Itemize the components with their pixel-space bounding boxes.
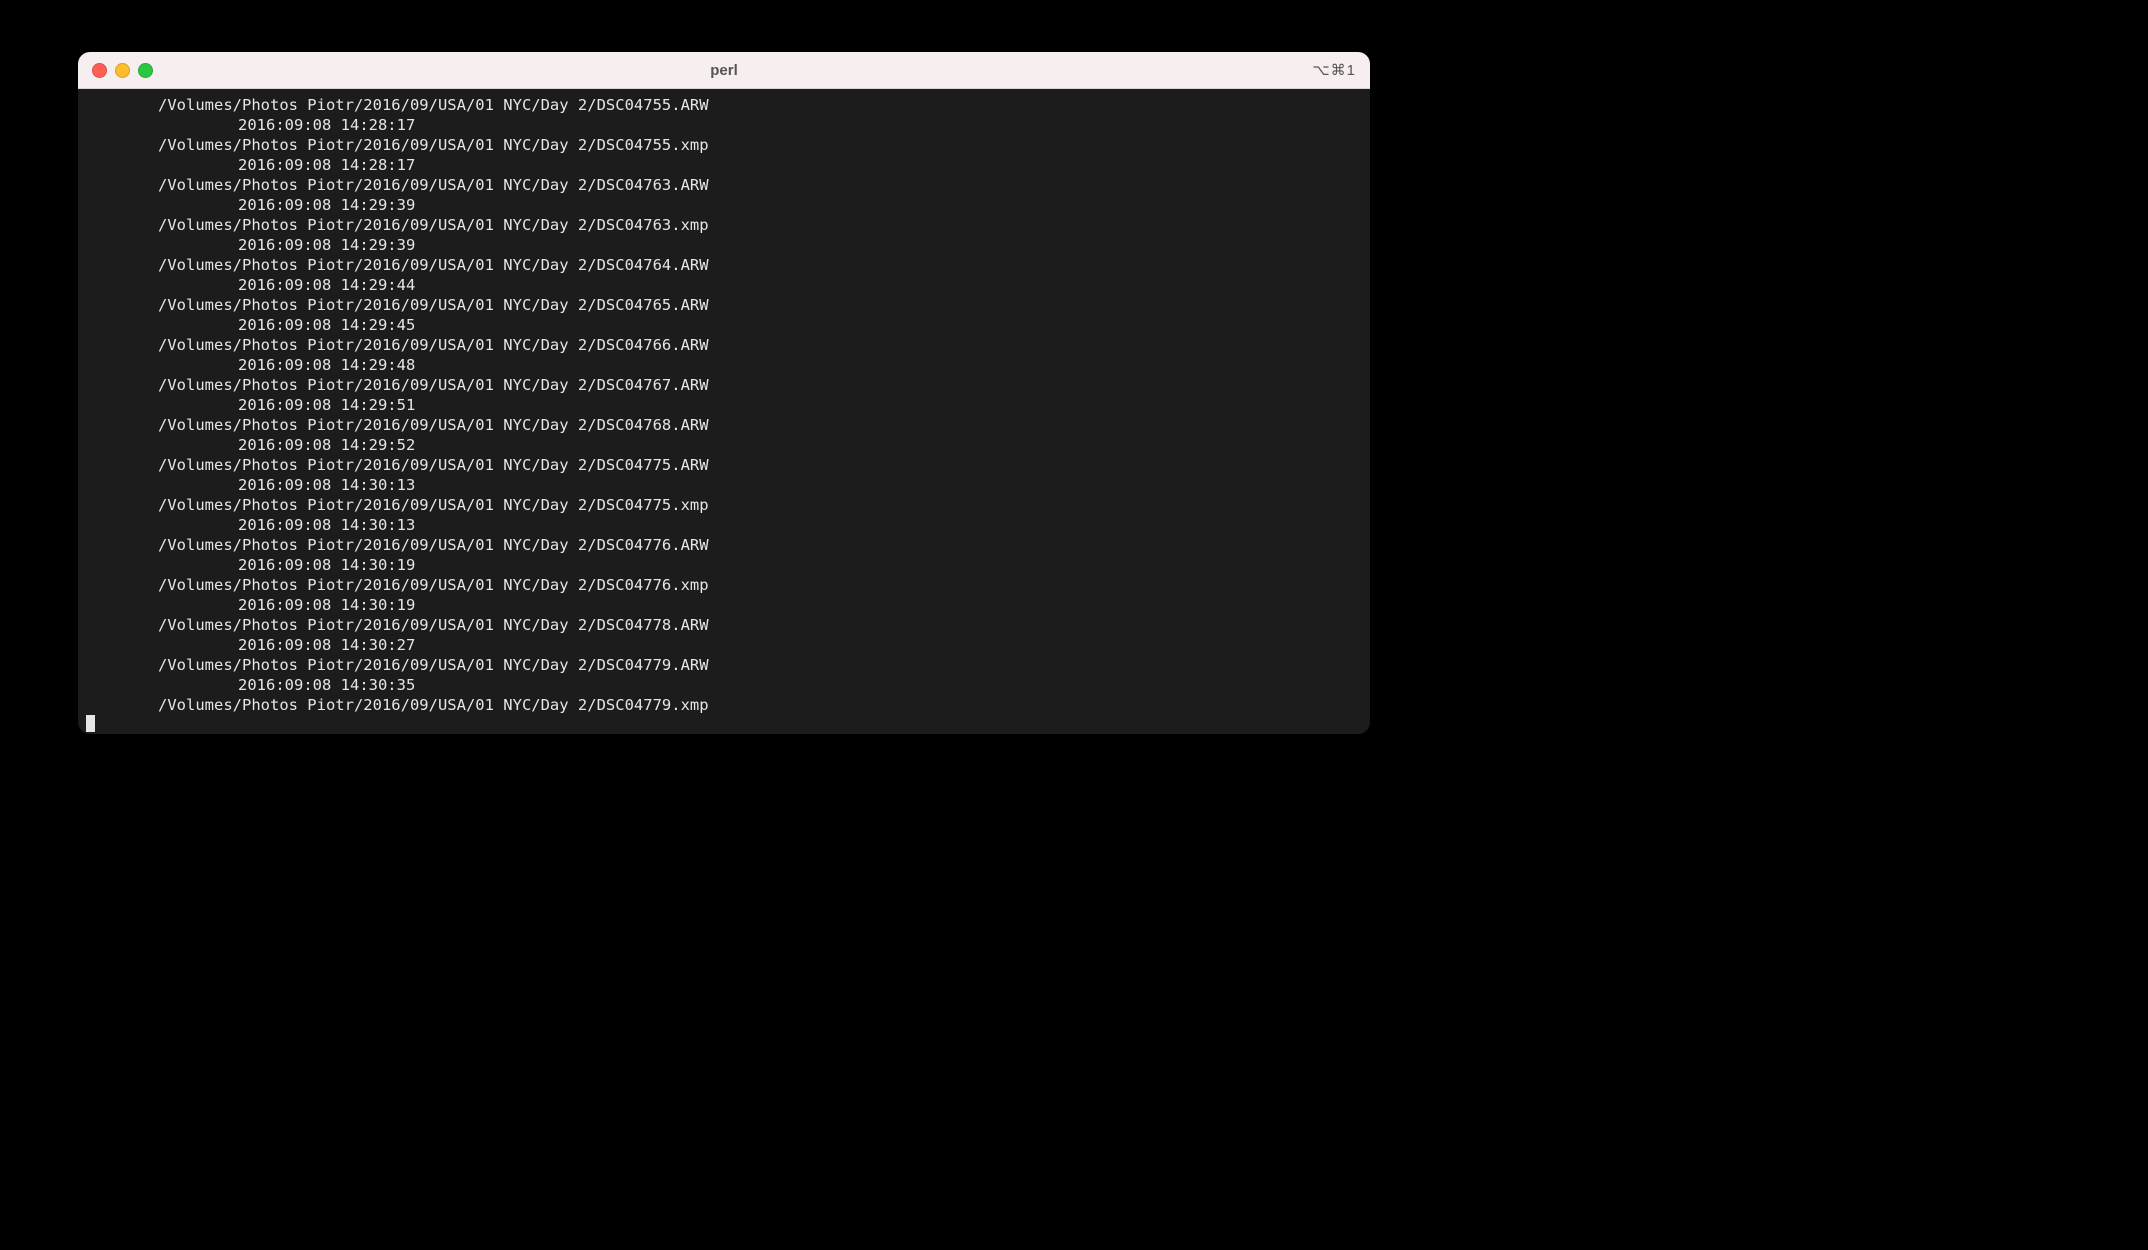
cursor-line (86, 715, 1370, 734)
output-line-path: /Volumes/Photos Piotr/2016/09/USA/01 NYC… (86, 655, 1370, 675)
output-line-timestamp: 2016:09:08 14:29:44 (86, 275, 1370, 295)
output-line-path: /Volumes/Photos Piotr/2016/09/USA/01 NYC… (86, 695, 1370, 715)
output-line-timestamp: 2016:09:08 14:28:17 (86, 155, 1370, 175)
terminal-cursor (86, 715, 95, 732)
titlebar: perl ⌥⌘1 (78, 52, 1370, 89)
output-line-path: /Volumes/Photos Piotr/2016/09/USA/01 NYC… (86, 575, 1370, 595)
output-line-timestamp: 2016:09:08 14:28:17 (86, 115, 1370, 135)
output-line-timestamp: 2016:09:08 14:30:19 (86, 555, 1370, 575)
output-line-path: /Volumes/Photos Piotr/2016/09/USA/01 NYC… (86, 335, 1370, 355)
output-line-timestamp: 2016:09:08 14:30:35 (86, 675, 1370, 695)
output-line-timestamp: 2016:09:08 14:29:48 (86, 355, 1370, 375)
output-line-path: /Volumes/Photos Piotr/2016/09/USA/01 NYC… (86, 455, 1370, 475)
output-line-path: /Volumes/Photos Piotr/2016/09/USA/01 NYC… (86, 535, 1370, 555)
output-line-path: /Volumes/Photos Piotr/2016/09/USA/01 NYC… (86, 295, 1370, 315)
output-line-path: /Volumes/Photos Piotr/2016/09/USA/01 NYC… (86, 375, 1370, 395)
output-line-timestamp: 2016:09:08 14:29:39 (86, 235, 1370, 255)
output-line-timestamp: 2016:09:08 14:29:45 (86, 315, 1370, 335)
output-line-timestamp: 2016:09:08 14:29:52 (86, 435, 1370, 455)
output-line-timestamp: 2016:09:08 14:30:27 (86, 635, 1370, 655)
output-line-path: /Volumes/Photos Piotr/2016/09/USA/01 NYC… (86, 135, 1370, 155)
output-line-path: /Volumes/Photos Piotr/2016/09/USA/01 NYC… (86, 495, 1370, 515)
output-line-path: /Volumes/Photos Piotr/2016/09/USA/01 NYC… (86, 175, 1370, 195)
output-line-path: /Volumes/Photos Piotr/2016/09/USA/01 NYC… (86, 415, 1370, 435)
output-line-timestamp: 2016:09:08 14:30:19 (86, 595, 1370, 615)
output-line-timestamp: 2016:09:08 14:30:13 (86, 515, 1370, 535)
output-line-timestamp: 2016:09:08 14:29:39 (86, 195, 1370, 215)
output-line-timestamp: 2016:09:08 14:30:13 (86, 475, 1370, 495)
output-line-timestamp: 2016:09:08 14:29:51 (86, 395, 1370, 415)
window-title: perl (78, 62, 1370, 79)
output-line-path: /Volumes/Photos Piotr/2016/09/USA/01 NYC… (86, 215, 1370, 235)
terminal-output[interactable]: /Volumes/Photos Piotr/2016/09/USA/01 NYC… (78, 89, 1370, 734)
output-line-path: /Volumes/Photos Piotr/2016/09/USA/01 NYC… (86, 95, 1370, 115)
output-line-path: /Volumes/Photos Piotr/2016/09/USA/01 NYC… (86, 615, 1370, 635)
output-line-path: /Volumes/Photos Piotr/2016/09/USA/01 NYC… (86, 255, 1370, 275)
terminal-window: perl ⌥⌘1 /Volumes/Photos Piotr/2016/09/U… (78, 52, 1370, 734)
